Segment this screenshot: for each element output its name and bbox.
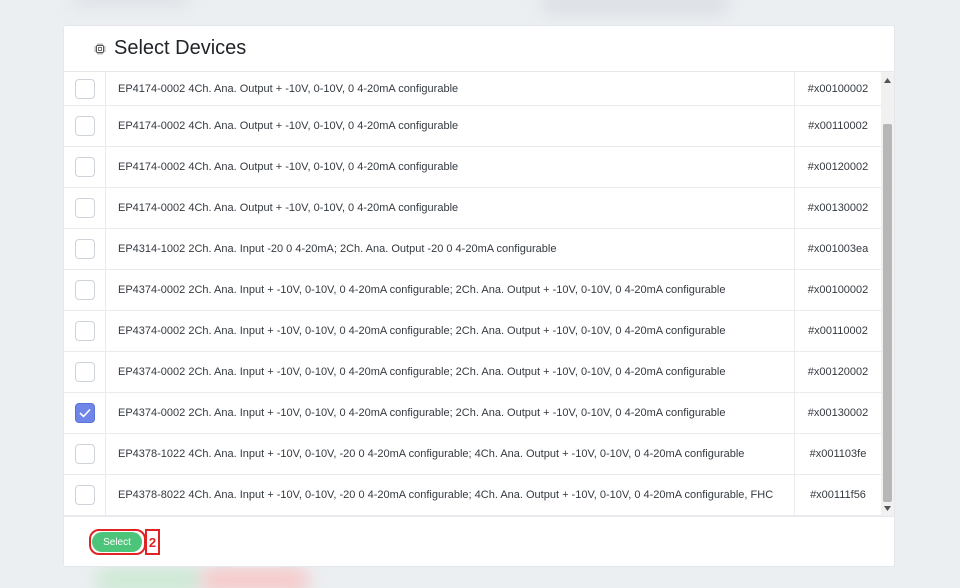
background-blur	[95, 566, 205, 588]
row-checkbox-cell	[64, 311, 106, 351]
device-checkbox[interactable]	[74, 239, 95, 259]
device-row[interactable]: EP4174-0002 4Ch. Ana. Output + -10V, 0-1…	[64, 72, 881, 106]
annotation-marker: 2	[145, 529, 160, 555]
row-checkbox-cell	[64, 72, 106, 105]
device-row[interactable]: EP4174-0002 4Ch. Ana. Output + -10V, 0-1…	[64, 188, 881, 229]
scrollbar-thumb[interactable]	[883, 124, 892, 502]
device-description: EP4378-1022 4Ch. Ana. Input + -10V, 0-10…	[106, 434, 795, 474]
device-description: EP4174-0002 4Ch. Ana. Output + -10V, 0-1…	[106, 147, 795, 187]
row-checkbox-cell	[64, 270, 106, 310]
device-description: EP4378-8022 4Ch. Ana. Input + -10V, 0-10…	[106, 475, 795, 515]
modal-title: Select Devices	[114, 37, 247, 59]
device-address: #x001103fe	[809, 448, 867, 460]
scroll-up-icon[interactable]	[881, 74, 894, 86]
device-checkbox[interactable]	[74, 78, 95, 99]
background-blur	[540, 0, 730, 16]
device-row[interactable]: EP4374-0002 2Ch. Ana. Input + -10V, 0-10…	[64, 311, 881, 352]
device-checkbox[interactable]	[74, 198, 95, 218]
chip-icon	[92, 41, 108, 57]
device-checkbox[interactable]	[74, 280, 95, 300]
device-description: EP4174-0002 4Ch. Ana. Output + -10V, 0-1…	[106, 188, 795, 228]
row-checkbox-cell	[64, 475, 106, 515]
device-row[interactable]: EP4314-1002 2Ch. Ana. Input -20 0 4-20mA…	[64, 229, 881, 270]
device-checkbox[interactable]	[74, 444, 95, 464]
device-address: #x00100002	[807, 284, 869, 296]
device-row[interactable]: EP4378-8022 4Ch. Ana. Input + -10V, 0-10…	[64, 475, 881, 516]
device-description: EP4374-0002 2Ch. Ana. Input + -10V, 0-10…	[106, 352, 795, 392]
device-address: #x00100002	[807, 82, 869, 95]
device-row[interactable]: EP4374-0002 2Ch. Ana. Input + -10V, 0-10…	[64, 393, 881, 434]
device-row[interactable]: EP4374-0002 2Ch. Ana. Input + -10V, 0-10…	[64, 270, 881, 311]
row-checkbox-cell	[64, 147, 106, 187]
device-row[interactable]: EP4378-1022 4Ch. Ana. Input + -10V, 0-10…	[64, 434, 881, 475]
device-address: #x00120002	[807, 366, 869, 378]
device-row[interactable]: EP4174-0002 4Ch. Ana. Output + -10V, 0-1…	[64, 147, 881, 188]
device-checkbox[interactable]	[74, 362, 95, 382]
device-address: #x00110002	[808, 325, 868, 337]
device-description: EP4374-0002 2Ch. Ana. Input + -10V, 0-10…	[106, 393, 795, 433]
device-address: #x00111f56	[810, 489, 866, 501]
device-checkbox[interactable]	[74, 485, 95, 505]
device-checkbox[interactable]	[74, 116, 95, 136]
modal-footer: Select 2	[64, 516, 894, 566]
row-checkbox-cell	[64, 188, 106, 228]
device-address: #x00120002	[807, 161, 869, 173]
device-description: EP4374-0002 2Ch. Ana. Input + -10V, 0-10…	[106, 311, 795, 351]
scroll-down-icon[interactable]	[881, 502, 894, 514]
device-address: #x00130002	[807, 202, 869, 214]
row-checkbox-cell	[64, 106, 106, 146]
device-row[interactable]: EP4374-0002 2Ch. Ana. Input + -10V, 0-10…	[64, 352, 881, 393]
device-rows: EP4174-0002 4Ch. Ana. Output + -10V, 0-1…	[64, 72, 881, 516]
background-blur	[70, 0, 190, 8]
select-button[interactable]: Select	[92, 532, 142, 552]
background-blur	[200, 566, 310, 588]
device-description: EP4174-0002 4Ch. Ana. Output + -10V, 0-1…	[106, 106, 795, 146]
device-address: #x001003ea	[807, 243, 869, 255]
device-description: EP4174-0002 4Ch. Ana. Output + -10V, 0-1…	[106, 72, 795, 105]
device-row[interactable]: EP4174-0002 4Ch. Ana. Output + -10V, 0-1…	[64, 106, 881, 147]
checkmark-icon	[78, 408, 91, 418]
row-checkbox-cell	[64, 434, 106, 474]
device-address: #x00110002	[808, 120, 868, 132]
device-address: #x00130002	[807, 407, 869, 419]
device-description: EP4314-1002 2Ch. Ana. Input -20 0 4-20mA…	[106, 229, 795, 269]
device-description: EP4374-0002 2Ch. Ana. Input + -10V, 0-10…	[106, 270, 795, 310]
row-checkbox-cell	[64, 229, 106, 269]
device-checkbox[interactable]	[74, 403, 95, 423]
scrollbar[interactable]	[881, 72, 894, 516]
device-checkbox[interactable]	[74, 157, 95, 177]
device-checkbox[interactable]	[74, 321, 95, 341]
device-list[interactable]: EP4174-0002 4Ch. Ana. Output + -10V, 0-1…	[64, 72, 894, 516]
select-devices-modal: Select Devices EP4174-0002 4Ch. Ana. Out…	[63, 25, 895, 567]
row-checkbox-cell	[64, 393, 106, 433]
row-checkbox-cell	[64, 352, 106, 392]
modal-header: Select Devices	[64, 26, 894, 72]
